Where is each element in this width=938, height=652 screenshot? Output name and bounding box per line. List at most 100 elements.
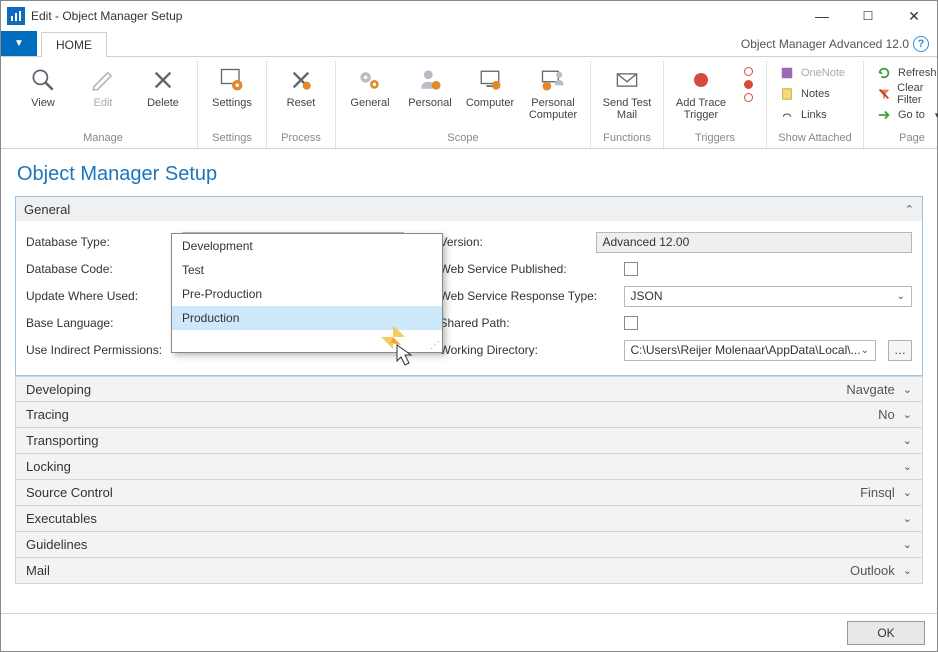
close-button[interactable]: ✕ <box>891 1 937 31</box>
accordion-value: Navgate <box>846 382 894 397</box>
dropdown-option[interactable]: Pre-Production <box>172 282 442 306</box>
chevron-down-icon: ⌄ <box>897 291 905 302</box>
reset-button[interactable]: Reset <box>275 61 327 130</box>
shared-path-checkbox[interactable] <box>624 316 638 330</box>
accordion-value: Finsql <box>860 485 895 500</box>
working-directory-field[interactable]: C:\Users\Reijer Molenaar\AppData\Local\.… <box>624 340 877 361</box>
personal-computer-icon <box>538 65 568 95</box>
accordion-row[interactable]: Tracing No ⌄ <box>15 402 923 428</box>
refresh-icon <box>876 65 892 81</box>
send-test-mail-button[interactable]: Send Test Mail <box>599 61 655 130</box>
computer-icon <box>475 65 505 95</box>
chevron-down-icon: ⌄ <box>903 408 912 421</box>
notes-icon <box>779 86 795 102</box>
x-icon <box>148 65 178 95</box>
tab-row: ▼ HOME Object Manager Advanced 12.0 ? <box>1 31 937 57</box>
panel-header-general[interactable]: General ⌃ <box>16 197 922 221</box>
person-icon <box>415 65 445 95</box>
reset-icon <box>286 65 316 95</box>
accordion-row[interactable]: MailOutlook⌄ <box>15 558 923 584</box>
web-service-published-checkbox[interactable] <box>624 262 638 276</box>
brand-text: Object Manager Advanced 12.0 <box>741 37 909 51</box>
edit-button[interactable]: Edit <box>77 61 129 130</box>
label-web-service-published: Web Service Published: <box>440 262 616 276</box>
footer: OK <box>1 613 937 651</box>
minimize-button[interactable]: — <box>799 1 845 31</box>
go-to-button[interactable]: Go to ▾ <box>872 105 938 125</box>
accordion-value: No <box>878 407 895 422</box>
add-trace-trigger-button[interactable]: Add Trace Trigger <box>672 61 730 130</box>
accordion-title: Developing <box>26 382 91 397</box>
tab-home[interactable]: HOME <box>41 32 107 57</box>
general-right-column: Version: Advanced 12.00 Web Service Publ… <box>440 231 913 361</box>
browse-button[interactable]: … <box>888 340 912 361</box>
group-label-settings: Settings <box>212 130 252 148</box>
ribbon-group-process: Reset Process <box>267 61 336 148</box>
accordion-title: Executables <box>26 511 97 526</box>
page-title: Object Manager Setup <box>17 163 923 186</box>
maximize-button[interactable]: ☐ <box>845 1 891 31</box>
general-button[interactable]: General <box>344 61 396 130</box>
accordion-row[interactable]: Executables⌄ <box>15 506 923 532</box>
label-use-indirect-permissions: Use Indirect Permissions: <box>26 343 174 357</box>
accordion-row[interactable]: Source Control Finsql ⌄ <box>15 480 923 506</box>
links-button[interactable]: Links <box>775 105 855 125</box>
ribbon-group-functions: Send Test Mail Functions <box>591 61 664 148</box>
group-label-process: Process <box>281 130 321 148</box>
system-menu[interactable]: ▼ <box>1 31 37 56</box>
accordion-row[interactable]: Developing Navgate ⌄ <box>15 376 923 402</box>
web-service-response-type-dropdown[interactable]: JSON ⌄ <box>624 286 913 307</box>
pencil-icon <box>88 65 118 95</box>
chevron-down-icon: ⌄ <box>861 345 869 356</box>
accordion-title: Source Control <box>26 485 113 500</box>
accordion-title: Locking <box>26 459 71 474</box>
dropdown-option[interactable]: Test <box>172 258 442 282</box>
chevron-down-icon: ⌄ <box>903 564 912 577</box>
mail-icon <box>612 65 642 95</box>
accordion-title: Guidelines <box>26 537 87 552</box>
chevron-up-icon: ⌃ <box>905 203 914 216</box>
ribbon-group-manage: View Edit Delete Manage <box>9 61 198 148</box>
chevron-down-icon: ⌄ <box>903 383 912 396</box>
ok-button[interactable]: OK <box>847 621 925 645</box>
ribbon-group-settings: Settings Settings <box>198 61 267 148</box>
personal-computer-button[interactable]: Personal Computer <box>524 61 582 130</box>
window-controls: — ☐ ✕ <box>799 1 937 31</box>
settings-button[interactable]: Settings <box>206 61 258 130</box>
clear-filter-button[interactable]: Clear Filter <box>872 84 938 104</box>
accordion-title: Tracing <box>26 407 69 422</box>
chevron-down-icon: ⌄ <box>903 460 912 473</box>
label-working-directory: Working Directory: <box>440 343 616 357</box>
resize-grip-icon[interactable]: ⋰ <box>430 340 440 350</box>
accordion-title: Mail <box>26 563 50 578</box>
accordion-row[interactable]: Locking ⌄ <box>15 454 923 480</box>
trigger-icon <box>686 65 716 95</box>
personal-button[interactable]: Personal <box>404 61 456 130</box>
computer-button[interactable]: Computer <box>464 61 516 130</box>
trigger-indicator-icon <box>738 61 758 130</box>
app-icon <box>7 7 25 25</box>
notes-button[interactable]: Notes <box>775 84 855 104</box>
onenote-icon <box>779 65 795 81</box>
accordion-row[interactable]: Guidelines⌄ <box>15 532 923 558</box>
delete-button[interactable]: Delete <box>137 61 189 130</box>
chevron-down-icon: ⌄ <box>903 486 912 499</box>
onenote-button[interactable]: OneNote <box>775 63 855 83</box>
version-field[interactable]: Advanced 12.00 <box>596 232 913 253</box>
clear-filter-icon <box>876 86 891 102</box>
chevron-down-icon: ⌄ <box>903 434 912 447</box>
settings-icon <box>217 65 247 95</box>
help-icon[interactable]: ? <box>913 36 929 52</box>
dropdown-option[interactable]: Production <box>172 306 442 330</box>
label-web-service-response-type: Web Service Response Type: <box>440 289 616 303</box>
ribbon: View Edit Delete Manage Settings Setting… <box>1 57 937 149</box>
group-label-page: Page <box>899 130 925 148</box>
label-database-type: Database Type: <box>26 235 174 249</box>
view-button[interactable]: View <box>17 61 69 130</box>
label-base-language: Base Language: <box>26 316 174 330</box>
accordion-row[interactable]: Transporting⌄ <box>15 428 923 454</box>
window-title: Edit - Object Manager Setup <box>31 9 182 23</box>
dropdown-option[interactable]: Development <box>172 234 442 258</box>
links-icon <box>779 107 795 123</box>
refresh-button[interactable]: Refresh <box>872 63 938 83</box>
